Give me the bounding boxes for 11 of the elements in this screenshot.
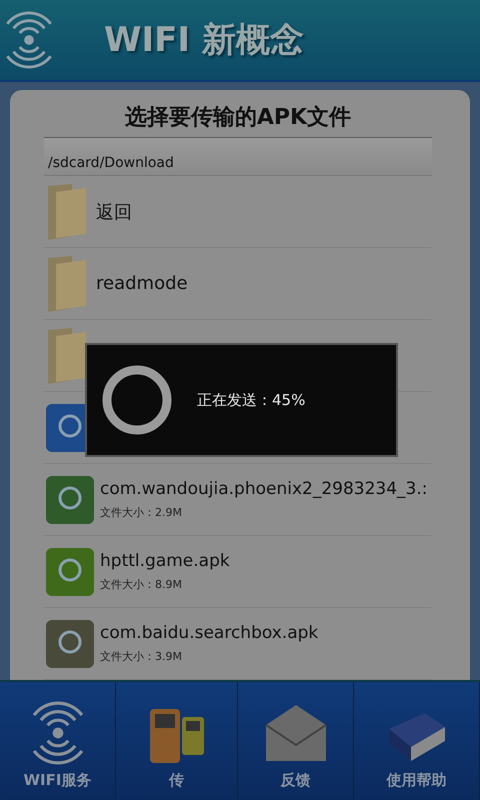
file-name: readmode bbox=[96, 273, 188, 294]
file-size: 文件大小：3.9M bbox=[100, 649, 183, 664]
path-text: /sdcard/Download bbox=[44, 138, 432, 176]
file-size: 文件大小：2.9M bbox=[100, 505, 183, 520]
file-size: 文件大小：8.9M bbox=[100, 577, 183, 592]
app-title: WIFI 新概念 bbox=[104, 19, 304, 62]
file-name: com.baidu.searchbox.apk bbox=[100, 623, 318, 643]
file-name: 返回 bbox=[96, 200, 132, 224]
file-name: com.wandoujia.phoenix2_2983234_3.: bbox=[100, 479, 428, 499]
progress-message: 正在发送：45% bbox=[197, 390, 306, 410]
file-name: hpttl.game.apk bbox=[100, 551, 230, 571]
